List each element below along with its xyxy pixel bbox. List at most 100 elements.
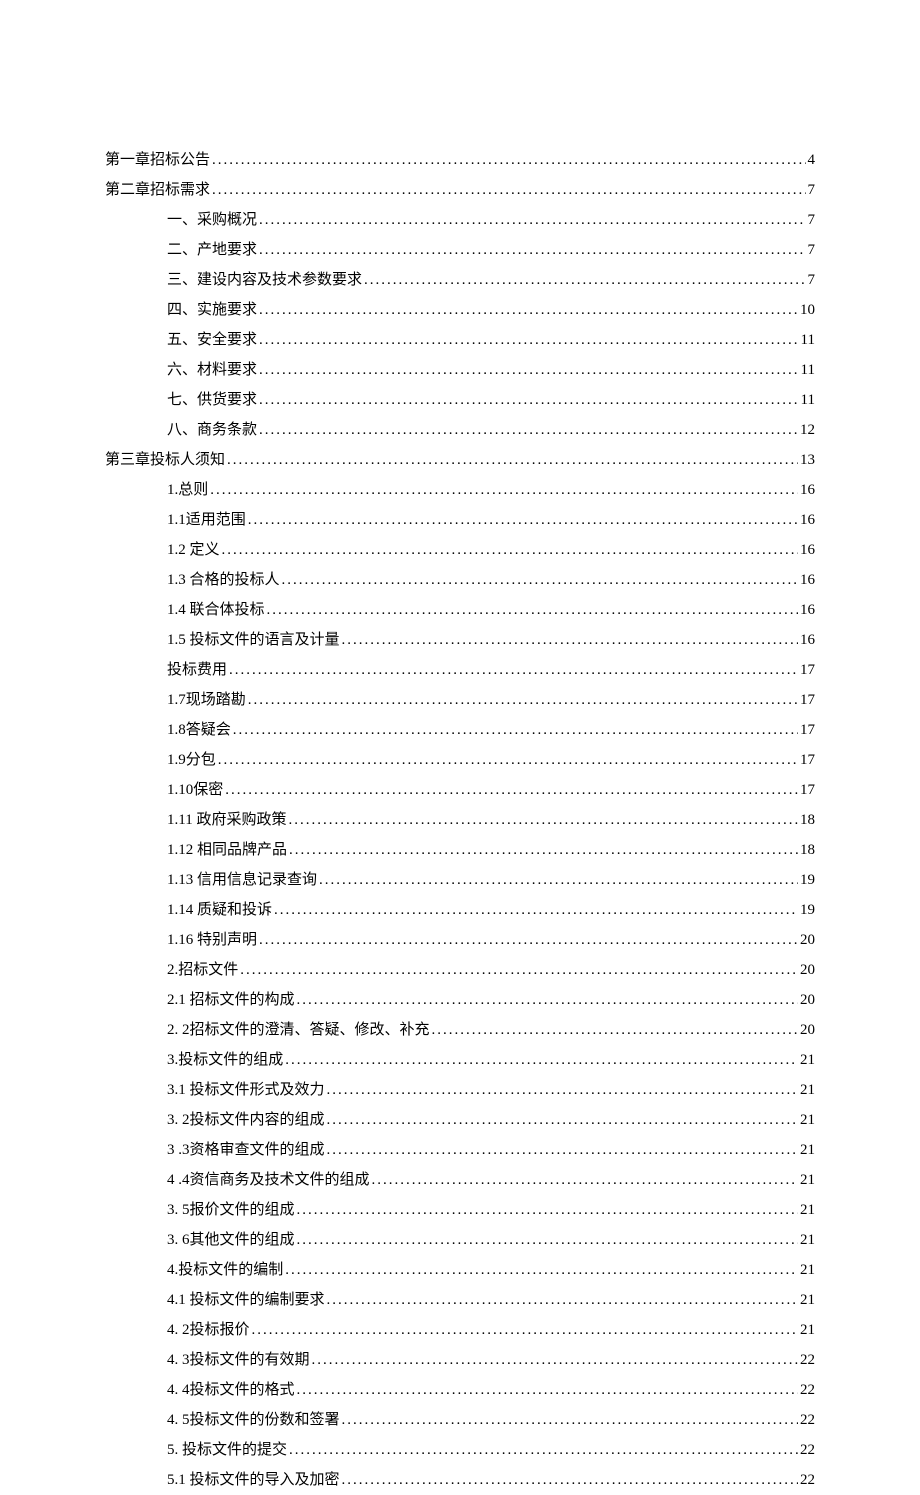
toc-page-number: 13 [800,445,815,475]
toc-page-number: 22 [800,1465,815,1495]
toc-leader-dots [297,985,798,1015]
toc-entry: 投标费用 17 [167,655,815,685]
toc-label: 1.10保密 [167,775,223,805]
toc-page-number: 21 [800,1255,815,1285]
toc-label: 1.7现场踏勘 [167,685,246,715]
toc-page-number: 17 [800,655,815,685]
toc-leader-dots [319,865,798,895]
toc-entry: 2.1 招标文件的构成 20 [167,985,815,1015]
toc-label: 六、材料要求 [167,355,257,385]
toc-page-number: 20 [800,985,815,1015]
toc-label: 1.总则 [167,475,208,505]
toc-page-number: 22 [800,1345,815,1375]
toc-list: 第一章招标公告4第二章招标需求7一、采购概况 7二、产地要求 7三、建设内容及技… [105,145,815,1495]
toc-entry: 1.12 相同品牌产品 18 [167,835,815,865]
toc-entry: 4. 5投标文件的份数和签署22 [167,1405,815,1435]
toc-page-number: 7 [808,265,816,295]
toc-entry: 4. 4投标文件的格式22 [167,1375,815,1405]
toc-entry: 3 .3资格审查文件的组成 21 [167,1135,815,1165]
toc-leader-dots [327,1135,798,1165]
toc-entry: 1.2 定义16 [167,535,815,565]
toc-leader-dots [248,685,798,715]
toc-label: 投标费用 [167,655,227,685]
toc-leader-dots [342,1405,798,1435]
toc-leader-dots [289,835,798,865]
toc-page-number: 7 [808,235,816,265]
toc-label: 3 .3资格审查文件的组成 [167,1135,325,1165]
toc-leader-dots [274,895,798,925]
toc-label: 3. 5报价文件的组成 [167,1195,295,1225]
toc-entry: 八、商务条款 12 [167,415,815,445]
toc-label: 3. 2投标文件内容的组成 [167,1105,325,1135]
toc-label: 一、采购概况 [167,205,257,235]
toc-label: 4. 3投标文件的有效期 [167,1345,310,1375]
toc-page-number: 17 [800,685,815,715]
toc-page-number: 10 [800,295,815,325]
toc-entry: 5.1 投标文件的导入及加密22 [167,1465,815,1495]
toc-entry: 1.13 信用信息记录查询19 [167,865,815,895]
toc-entry: 四、实施要求 10 [167,295,815,325]
toc-page-number: 11 [801,385,815,415]
toc-page-number: 18 [800,835,815,865]
toc-entry: 1.16 特别声明 20 [167,925,815,955]
toc-entry: 4. 2投标报价21 [167,1315,815,1345]
toc-entry: 1.9分包 17 [167,745,815,775]
toc-entry: 2.招标文件 20 [167,955,815,985]
toc-entry: 4. 3投标文件的有效期 22 [167,1345,815,1375]
toc-page-number: 21 [800,1285,815,1315]
toc-entry: 1.4 联合体投标16 [167,595,815,625]
toc-leader-dots [432,1015,798,1045]
toc-leader-dots [327,1105,798,1135]
toc-leader-dots [222,535,798,565]
toc-entry: 3. 5报价文件的组成 21 [167,1195,815,1225]
toc-page-number: 20 [800,955,815,985]
toc-entry: 2. 2招标文件的澄清、答疑、修改、补充20 [167,1015,815,1045]
toc-leader-dots [218,745,798,775]
toc-page-number: 7 [808,205,816,235]
toc-leader-dots [342,1465,798,1495]
toc-label: 1.12 相同品牌产品 [167,835,287,865]
toc-leader-dots [252,1315,798,1345]
toc-leader-dots [372,1165,798,1195]
toc-leader-dots [259,385,799,415]
toc-page-number: 16 [800,625,815,655]
toc-label: 1.11 政府采购政策 [167,805,286,835]
toc-page-number: 17 [800,775,815,805]
toc-page-number: 21 [800,1105,815,1135]
toc-entry: 七、供货要求 11 [167,385,815,415]
toc-entry: 第一章招标公告4 [105,145,815,175]
toc-label: 1.5 投标文件的语言及计量 [167,625,340,655]
toc-label: 1.16 特别声明 [167,925,257,955]
toc-page-number: 16 [800,595,815,625]
toc-entry: 二、产地要求 7 [167,235,815,265]
toc-page-number: 17 [800,745,815,775]
toc-label: 3. 6其他文件的组成 [167,1225,295,1255]
toc-label: 2.1 招标文件的构成 [167,985,295,1015]
toc-label: 1.3 合格的投标人 [167,565,280,595]
toc-leader-dots [285,1255,798,1285]
toc-page-number: 17 [800,715,815,745]
toc-entry: 第二章招标需求7 [105,175,815,205]
toc-entry: 3. 6其他文件的组成21 [167,1225,815,1255]
toc-leader-dots [225,775,798,805]
toc-leader-dots [297,1195,798,1225]
toc-label: 第一章招标公告 [105,145,210,175]
toc-leader-dots [212,175,805,205]
toc-page-number: 11 [801,355,815,385]
toc-entry: 3.投标文件的组成 21 [167,1045,815,1075]
toc-page-number: 21 [800,1165,815,1195]
toc-leader-dots [297,1375,798,1405]
toc-leader-dots [259,295,798,325]
toc-leader-dots [312,1345,798,1375]
toc-page-number: 20 [800,925,815,955]
toc-label: 2.招标文件 [167,955,238,985]
toc-entry: 1.14 质疑和投诉19 [167,895,815,925]
toc-leader-dots [259,925,798,955]
toc-page-number: 21 [800,1195,815,1225]
toc-entry: 1.3 合格的投标人16 [167,565,815,595]
toc-label: 1.2 定义 [167,535,220,565]
toc-page-number: 21 [800,1135,815,1165]
toc-leader-dots [259,355,799,385]
toc-label: 七、供货要求 [167,385,257,415]
toc-page-number: 22 [800,1435,815,1465]
